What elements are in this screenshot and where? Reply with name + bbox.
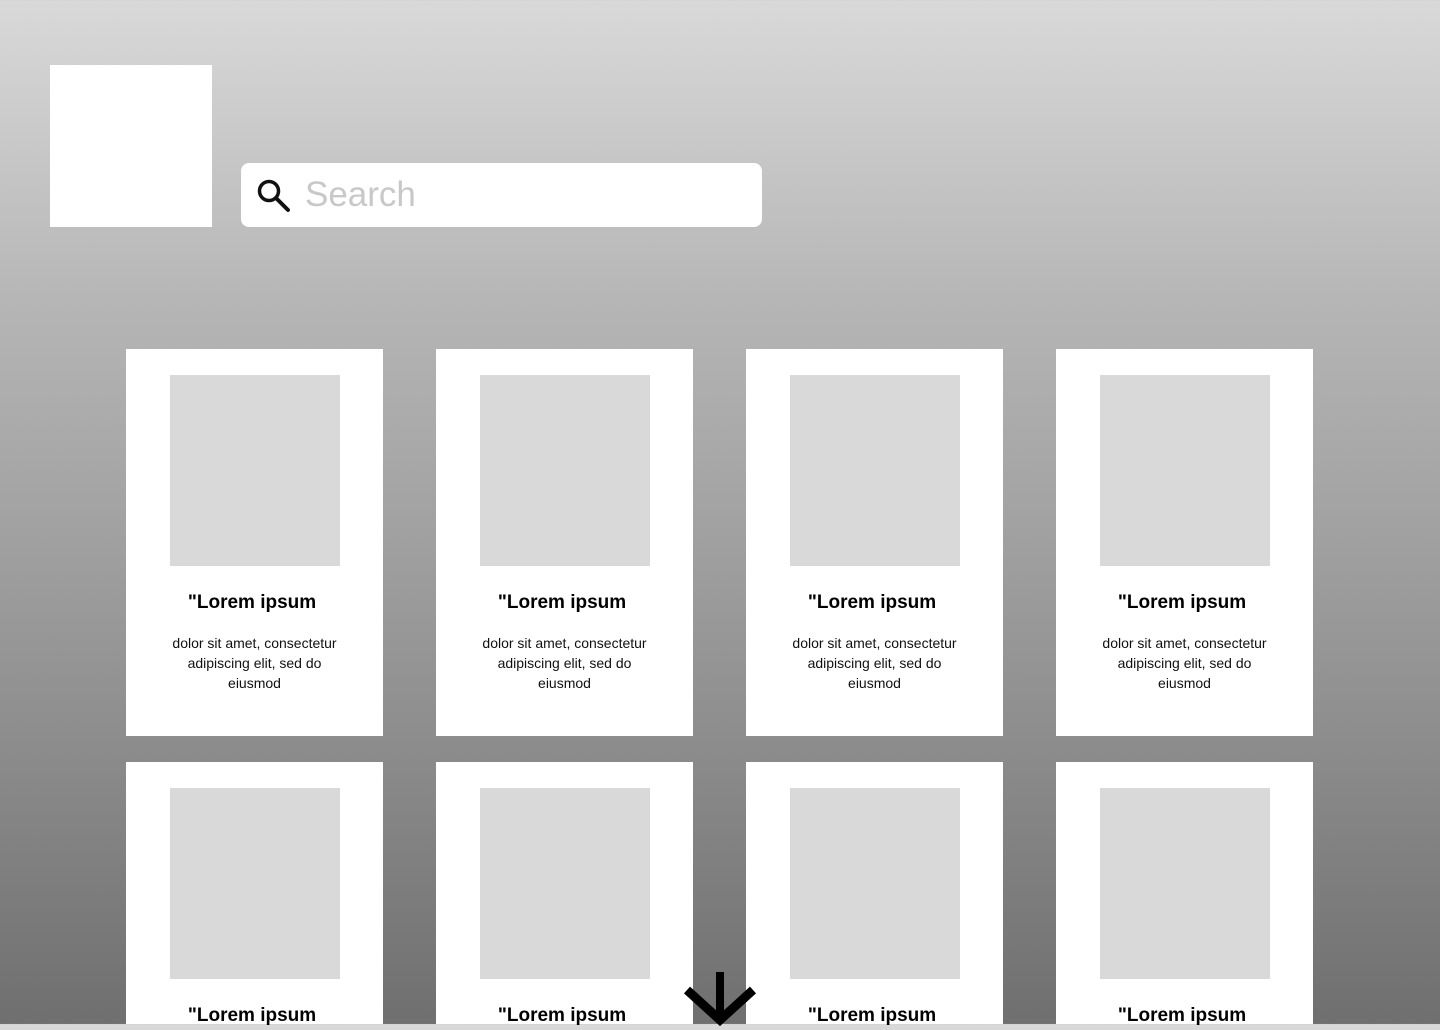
card-image-placeholder — [1100, 788, 1270, 979]
card-image-placeholder — [790, 375, 960, 566]
logo-placeholder — [50, 65, 212, 227]
product-card[interactable]: "Lorem ipsum — [126, 762, 383, 1026]
card-image-placeholder — [1100, 375, 1270, 566]
card-description: dolor sit amet, consectetur adipiscing e… — [172, 635, 337, 691]
card-image-placeholder — [480, 375, 650, 566]
search-input[interactable] — [305, 163, 745, 227]
product-card[interactable]: "Lorem ipsum dolor sit amet, consectetur… — [1056, 349, 1313, 736]
product-card[interactable]: "Lorem ipsum — [746, 762, 1003, 1026]
search-icon[interactable] — [255, 177, 291, 213]
product-card[interactable]: "Lorem ipsum — [436, 762, 693, 1026]
card-title: "Lorem ipsum — [497, 592, 627, 613]
product-card[interactable]: "Lorem ipsum dolor sit amet, consectetur… — [126, 349, 383, 736]
card-description: dolor sit amet, consectetur adipiscing e… — [482, 635, 647, 691]
product-card[interactable]: "Lorem ipsum dolor sit amet, consectetur… — [436, 349, 693, 736]
card-description: dolor sit amet, consectetur adipiscing e… — [1102, 635, 1267, 691]
card-title: "Lorem ipsum — [1117, 592, 1247, 613]
card-image-placeholder — [170, 788, 340, 979]
card-title: "Lorem ipsum — [807, 592, 937, 613]
search-bar[interactable] — [241, 163, 762, 227]
card-image-placeholder — [790, 788, 960, 979]
arrow-down-icon[interactable] — [682, 970, 758, 1030]
product-card[interactable]: "Lorem ipsum — [1056, 762, 1313, 1026]
card-description: dolor sit amet, consectetur adipiscing e… — [792, 635, 957, 691]
card-title: "Lorem ipsum — [187, 592, 317, 613]
product-card[interactable]: "Lorem ipsum dolor sit amet, consectetur… — [746, 349, 1003, 736]
card-image-placeholder — [480, 788, 650, 979]
card-image-placeholder — [170, 375, 340, 566]
